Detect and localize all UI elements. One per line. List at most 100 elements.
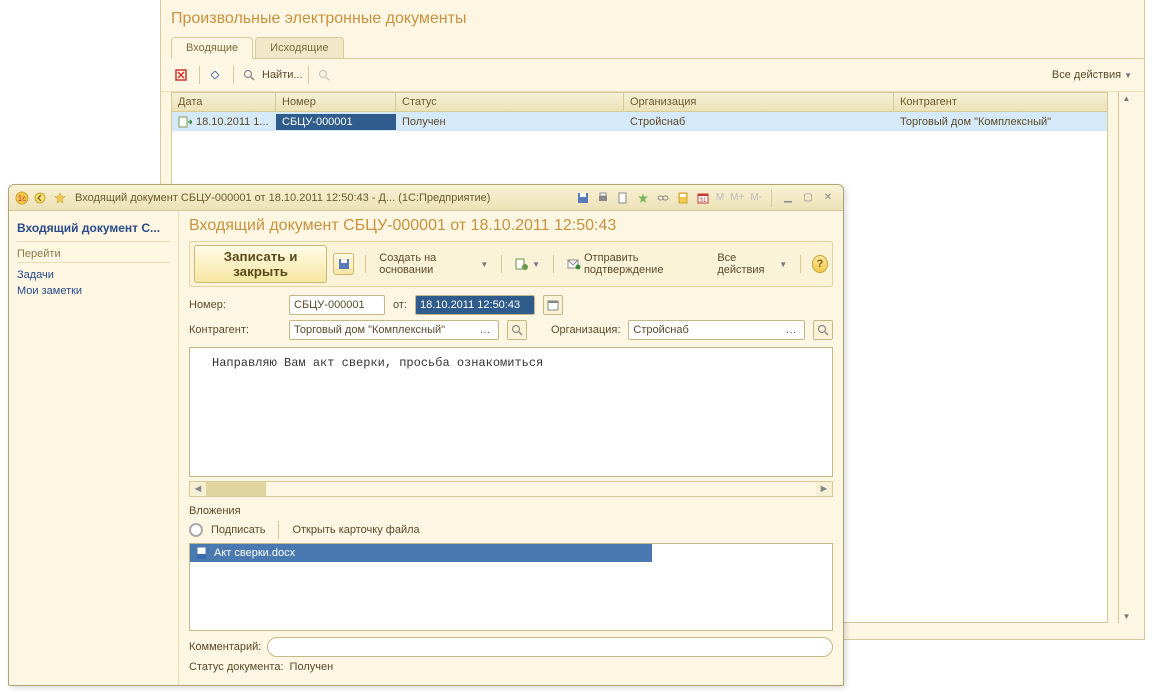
star-icon[interactable] bbox=[634, 189, 652, 207]
comment-label: Комментарий: bbox=[189, 641, 261, 653]
tab-outgoing[interactable]: Исходящие bbox=[255, 37, 343, 58]
save-button[interactable] bbox=[333, 253, 354, 275]
create-based-menu[interactable]: Создать на основании ▼ bbox=[377, 250, 490, 278]
scroll-down-icon[interactable]: ▼ bbox=[1123, 612, 1131, 621]
table-row[interactable]: 18.10.2011 1... СБЦУ-000001 Получен Стро… bbox=[172, 112, 1107, 131]
calc-icon[interactable] bbox=[674, 189, 692, 207]
nav-back-icon[interactable] bbox=[31, 189, 49, 207]
partner-label: Контрагент: bbox=[189, 324, 281, 336]
tab-incoming[interactable]: Входящие bbox=[171, 37, 253, 59]
cell-date: 18.10.2011 1... bbox=[172, 114, 276, 130]
col-status[interactable]: Статус bbox=[396, 93, 624, 111]
scroll-up-icon[interactable]: ▲ bbox=[1123, 94, 1131, 103]
filter-icon[interactable] bbox=[314, 65, 334, 85]
vertical-scrollbar[interactable]: ▲ ▼ bbox=[1118, 92, 1134, 623]
scroll-left-icon[interactable]: ◄ bbox=[190, 483, 206, 495]
chevron-down-icon: ▼ bbox=[532, 260, 540, 269]
send-confirm-button[interactable]: Отправить подтверждение bbox=[565, 250, 703, 278]
doc-title: Входящий документ СБЦУ-000001 от 18.10.2… bbox=[189, 217, 833, 235]
save-icon[interactable] bbox=[574, 189, 592, 207]
document-window: 1c Входящий документ СБЦУ-000001 от 18.1… bbox=[8, 184, 844, 686]
comment-field[interactable] bbox=[267, 637, 833, 657]
grid-header: Дата Номер Статус Организация Контрагент bbox=[172, 93, 1107, 112]
maximize-icon[interactable]: ▢ bbox=[799, 189, 817, 207]
calendar-icon[interactable]: 31 bbox=[694, 189, 712, 207]
form-main: Входящий документ СБЦУ-000001 от 18.10.2… bbox=[179, 211, 843, 685]
print-icon[interactable] bbox=[594, 189, 612, 207]
number-field[interactable]: СБЦУ-000001 bbox=[289, 295, 385, 315]
send-confirm-label: Отправить подтверждение bbox=[584, 252, 701, 276]
ellipsis-icon[interactable]: … bbox=[476, 321, 494, 339]
date-field[interactable]: 18.10.2011 12:50:43 bbox=[415, 295, 535, 315]
col-partner[interactable]: Контрагент bbox=[894, 93, 1107, 111]
titlebar[interactable]: 1c Входящий документ СБЦУ-000001 от 18.1… bbox=[9, 185, 843, 211]
memory-m[interactable]: M bbox=[714, 192, 726, 203]
titlebar-text: Входящий документ СБЦУ-000001 от 18.10.2… bbox=[75, 192, 568, 204]
col-org[interactable]: Организация bbox=[624, 93, 894, 111]
cell-number: СБЦУ-000001 bbox=[276, 114, 396, 130]
partner-lookup-button[interactable] bbox=[507, 320, 527, 340]
chevron-down-icon: ▼ bbox=[779, 260, 787, 269]
scroll-right-icon[interactable]: ► bbox=[816, 483, 832, 495]
search-label: Найти... bbox=[262, 69, 303, 81]
memory-mminus[interactable]: M- bbox=[748, 192, 764, 203]
refresh-icon[interactable] bbox=[205, 65, 225, 85]
all-actions-label: Все действия bbox=[1052, 69, 1121, 81]
delete-icon[interactable] bbox=[171, 65, 191, 85]
from-label: от: bbox=[393, 299, 407, 311]
attachments-list[interactable]: Акт сверки.docx bbox=[189, 543, 833, 631]
sidebar-section-go: Перейти bbox=[17, 246, 170, 263]
svg-text:31: 31 bbox=[699, 198, 706, 204]
memory-mplus[interactable]: M+ bbox=[728, 192, 746, 203]
doc-status-value: Получен bbox=[290, 661, 334, 673]
link-icon[interactable] bbox=[654, 189, 672, 207]
docx-file-icon bbox=[196, 547, 208, 559]
chevron-down-icon: ▼ bbox=[1124, 71, 1132, 80]
col-date[interactable]: Дата bbox=[172, 93, 276, 111]
list-toolbar: Найти... Все действия ▼ bbox=[161, 59, 1144, 92]
open-card-button[interactable]: Открыть карточку файла bbox=[292, 524, 419, 536]
all-actions-menu[interactable]: Все действия ▼ bbox=[1050, 67, 1134, 83]
send-icon bbox=[567, 258, 581, 270]
tabs-container: Входящие Исходящие bbox=[171, 36, 1144, 59]
org-lookup-button[interactable] bbox=[813, 320, 833, 340]
attachments-label: Вложения bbox=[189, 505, 833, 517]
ellipsis-icon[interactable]: … bbox=[782, 321, 800, 339]
cell-org: Стройснаб bbox=[624, 114, 894, 130]
sidebar-link-tasks[interactable]: Задачи bbox=[17, 267, 170, 283]
cell-partner: Торговый дом "Комплексный" bbox=[894, 114, 1107, 130]
magnifier-icon[interactable] bbox=[239, 65, 259, 85]
doc-in-icon bbox=[178, 116, 192, 128]
sidebar-link-notes[interactable]: Мои заметки bbox=[17, 283, 170, 299]
body-textarea[interactable]: Направляю Вам акт сверки, просьба ознако… bbox=[189, 347, 833, 477]
create-based-label: Создать на основании bbox=[379, 252, 477, 276]
svg-text:1c: 1c bbox=[18, 194, 26, 203]
doc-icon[interactable] bbox=[614, 189, 632, 207]
search-button[interactable]: Найти... bbox=[262, 69, 303, 81]
sidebar: Входящий документ С... Перейти Задачи Мо… bbox=[9, 211, 179, 685]
save-close-button[interactable]: Записать и закрыть bbox=[194, 245, 327, 283]
col-number[interactable]: Номер bbox=[276, 93, 396, 111]
attachment-row[interactable]: Акт сверки.docx bbox=[190, 544, 652, 562]
gear-doc-icon bbox=[515, 258, 529, 270]
number-label: Номер: bbox=[189, 299, 281, 311]
doc-toolbar: Записать и закрыть Создать на основании … bbox=[189, 241, 833, 287]
org-label: Организация: bbox=[551, 324, 620, 336]
body-text: Направляю Вам акт сверки, просьба ознако… bbox=[212, 356, 543, 370]
minimize-icon[interactable]: ▁ bbox=[779, 189, 797, 207]
close-icon[interactable]: ✕ bbox=[819, 189, 837, 207]
app-logo-icon: 1c bbox=[15, 191, 29, 205]
horizontal-scrollbar[interactable]: ◄ ► bbox=[189, 481, 833, 497]
doc-status-label: Статус документа: bbox=[189, 661, 284, 673]
actions-dropdown[interactable]: ▼ bbox=[513, 256, 542, 272]
partner-field[interactable]: Торговый дом "Комплексный" … bbox=[289, 320, 499, 340]
calendar-button[interactable] bbox=[543, 295, 563, 315]
favorite-icon[interactable] bbox=[51, 189, 69, 207]
sidebar-title: Входящий документ С... bbox=[17, 219, 170, 242]
help-icon[interactable]: ? bbox=[812, 255, 828, 273]
sign-button[interactable]: Подписать bbox=[211, 524, 265, 536]
org-field[interactable]: Стройснаб … bbox=[628, 320, 805, 340]
all-actions-menu-doc[interactable]: Все действия ▼ bbox=[715, 250, 789, 278]
attachments-toolbar: Подписать Открыть карточку файла bbox=[189, 521, 833, 539]
panel-title: Произвольные электронные документы bbox=[161, 0, 1144, 28]
